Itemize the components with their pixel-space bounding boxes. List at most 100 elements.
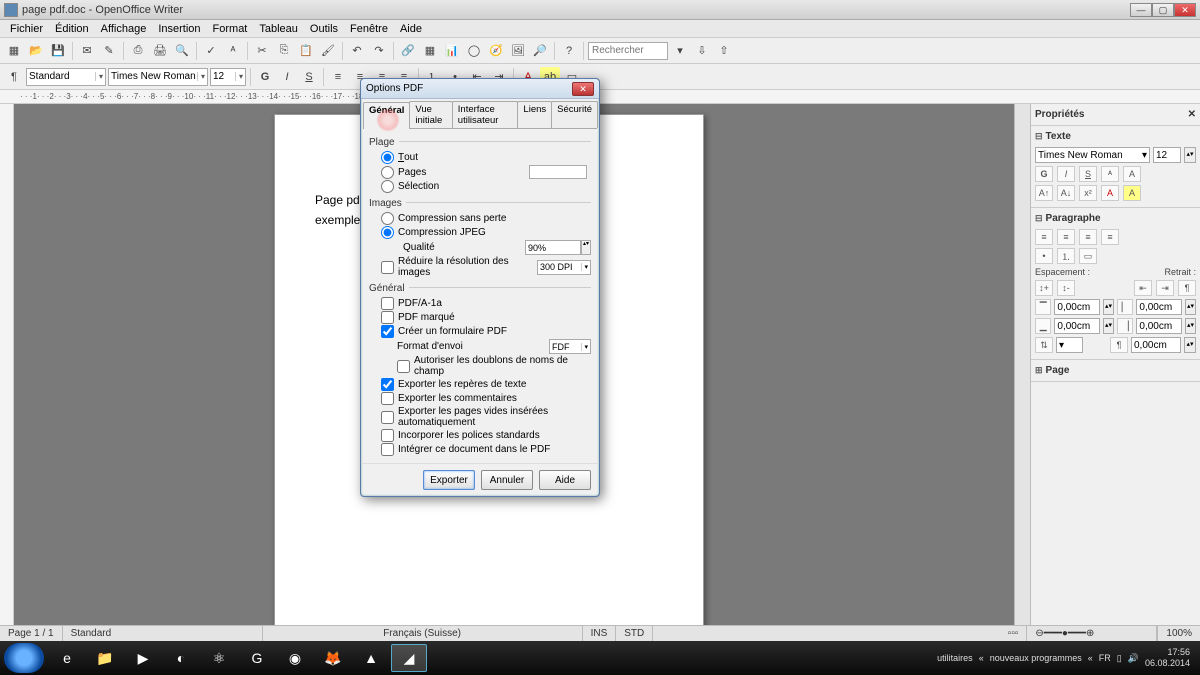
redo-icon[interactable]: ↷ xyxy=(369,41,389,61)
task-firefox-icon[interactable]: 🦊 xyxy=(315,644,351,672)
sp-firstline-val[interactable]: 0,00cm xyxy=(1131,337,1181,353)
minimize-button[interactable]: — xyxy=(1130,3,1152,17)
sp-size-spin[interactable]: ▴▾ xyxy=(1184,147,1196,163)
check-fonts[interactable]: Incorporer les polices standards xyxy=(381,429,591,442)
check-form[interactable]: Créer un formulaire PDF xyxy=(381,325,591,338)
menu-fenetre[interactable]: Fenêtre xyxy=(344,23,394,35)
sp-grow-icon[interactable]: A↑ xyxy=(1035,185,1053,201)
search-prev-icon[interactable]: ⇧ xyxy=(714,41,734,61)
sp-spacing-dec-icon[interactable]: ↕- xyxy=(1057,280,1075,296)
sp-align-right-icon[interactable]: ≡ xyxy=(1079,229,1097,245)
table-icon[interactable]: ▦ xyxy=(420,41,440,61)
quality-spin[interactable]: ▴▾ xyxy=(581,240,591,255)
task-google-icon[interactable]: G xyxy=(239,644,275,672)
search-input[interactable] xyxy=(588,42,668,60)
styles-icon[interactable]: ¶ xyxy=(4,67,24,87)
task-media-icon[interactable]: ▶ xyxy=(125,644,161,672)
sp-indent-inc-icon[interactable]: ⇥ xyxy=(1156,280,1174,296)
sp-left-indent-icon[interactable]: ▏ xyxy=(1117,299,1133,315)
sp-linespace-icon[interactable]: ⇅ xyxy=(1035,337,1053,353)
sp-bullets-icon[interactable]: • xyxy=(1035,248,1053,264)
check-comments[interactable]: Exporter les commentaires xyxy=(381,392,591,405)
status-view-icons[interactable]: ▫▫▫ xyxy=(1000,626,1028,641)
pages-input[interactable] xyxy=(529,165,587,179)
menu-tableau[interactable]: Tableau xyxy=(253,23,304,35)
tray-label-1[interactable]: utilitaires xyxy=(937,653,973,663)
sp-align-left-icon[interactable]: ≡ xyxy=(1035,229,1053,245)
quality-value[interactable]: 90% xyxy=(525,240,581,255)
bold-icon[interactable]: G xyxy=(255,67,275,87)
tray-label-2[interactable]: nouveaux programmes xyxy=(990,653,1082,663)
navigator-icon[interactable]: 🧭 xyxy=(486,41,506,61)
menu-outils[interactable]: Outils xyxy=(304,23,344,35)
align-left-icon[interactable]: ≡ xyxy=(328,67,348,87)
preview-icon[interactable]: 🔍 xyxy=(172,41,192,61)
tab-security[interactable]: Sécurité xyxy=(551,101,598,128)
status-zoom[interactable]: 100% xyxy=(1157,626,1200,641)
sp-shrink-icon[interactable]: A↓ xyxy=(1057,185,1075,201)
menu-insertion[interactable]: Insertion xyxy=(152,23,206,35)
submit-format-combo[interactable]: FDF▾ xyxy=(549,339,591,354)
sp-italic-icon[interactable]: I xyxy=(1057,166,1075,182)
check-reduce[interactable]: Réduire la résolution des images xyxy=(381,256,537,278)
sp-below-val[interactable]: 0,00cm xyxy=(1054,318,1100,334)
sp-below-icon[interactable]: ▁ xyxy=(1035,318,1051,334)
tab-general[interactable]: Général xyxy=(363,102,410,129)
tab-initial-view[interactable]: Vue initiale xyxy=(409,101,452,128)
print-icon[interactable]: 🖨 xyxy=(150,41,170,61)
sp-bg-icon[interactable]: ▭ xyxy=(1079,248,1097,264)
dialog-close-button[interactable]: ✕ xyxy=(572,82,594,96)
tab-ui[interactable]: Interface utilisateur xyxy=(452,101,519,128)
menu-edition[interactable]: Édition xyxy=(49,23,95,35)
dialog-titlebar[interactable]: Options PDF ✕ xyxy=(361,79,599,99)
sp-highlight-icon[interactable]: A xyxy=(1123,185,1141,201)
menu-format[interactable]: Format xyxy=(207,23,254,35)
brush-icon[interactable]: 🖌 xyxy=(318,41,338,61)
section-paragraph[interactable]: ⊟Paragraphe xyxy=(1035,211,1196,226)
section-text[interactable]: ⊟Texte xyxy=(1035,129,1196,144)
undo-icon[interactable]: ↶ xyxy=(347,41,367,61)
sp-spacing-inc-icon[interactable]: ↕+ xyxy=(1035,280,1053,296)
chart-icon[interactable]: 📊 xyxy=(442,41,462,61)
status-ins[interactable]: INS xyxy=(583,626,617,641)
pdf-export-icon[interactable]: ⎙ xyxy=(128,41,148,61)
status-lang[interactable]: Français (Suisse) xyxy=(263,626,583,641)
spellcheck-icon[interactable]: ✓ xyxy=(201,41,221,61)
draw-icon[interactable]: ◯ xyxy=(464,41,484,61)
sp-numbering-icon[interactable]: ⒈ xyxy=(1057,248,1075,264)
underline-icon[interactable]: S xyxy=(299,67,319,87)
maximize-button[interactable]: ▢ xyxy=(1152,3,1174,17)
sp-hanging-icon[interactable]: ¶ xyxy=(1178,280,1196,296)
search-down-icon[interactable]: ▾ xyxy=(670,41,690,61)
sp-color-icon[interactable]: A xyxy=(1101,185,1119,201)
tray-clock[interactable]: 17:56 06.08.2014 xyxy=(1145,647,1190,669)
export-button[interactable]: Exporter xyxy=(423,470,475,490)
task-chrome-icon[interactable]: ◉ xyxy=(277,644,313,672)
sp-above-val[interactable]: 0,00cm xyxy=(1054,299,1100,315)
new-icon[interactable]: ▦ xyxy=(4,41,24,61)
tray-sound-icon[interactable]: 🔊 xyxy=(1128,653,1139,664)
search-next-icon[interactable]: ⇩ xyxy=(692,41,712,61)
task-vlc-icon[interactable]: ▲ xyxy=(353,644,389,672)
font-name-combo[interactable]: Times New Roman▾ xyxy=(108,68,208,86)
cut-icon[interactable]: ✂ xyxy=(252,41,272,61)
zoom-icon[interactable]: 🔎 xyxy=(530,41,550,61)
sp-left-val[interactable]: 0,00cm xyxy=(1136,299,1182,315)
task-openoffice-icon[interactable]: ◢ xyxy=(391,644,427,672)
sp-right-indent-icon[interactable]: ▕ xyxy=(1117,318,1133,334)
check-blank[interactable]: Exporter les pages vides insérées automa… xyxy=(381,406,591,428)
task-app1-icon[interactable]: ◐ xyxy=(163,644,199,672)
italic-icon[interactable]: I xyxy=(277,67,297,87)
radio-jpeg[interactable]: Compression JPEG xyxy=(381,226,591,239)
start-button[interactable] xyxy=(4,643,44,673)
task-explorer-icon[interactable]: 📁 xyxy=(87,644,123,672)
radio-lossless[interactable]: Compression sans perte xyxy=(381,212,591,225)
check-tagged[interactable]: PDF marqué xyxy=(381,311,591,324)
mail-icon[interactable]: ✉ xyxy=(77,41,97,61)
tab-links[interactable]: Liens xyxy=(517,101,552,128)
check-pdfa[interactable]: PDF/A-1a xyxy=(381,297,591,310)
help-icon[interactable]: ? xyxy=(559,41,579,61)
help-button[interactable]: Aide xyxy=(539,470,591,490)
sp-strike-icon[interactable]: ᴬ xyxy=(1101,166,1119,182)
radio-tout[interactable]: Tout xyxy=(381,151,591,164)
